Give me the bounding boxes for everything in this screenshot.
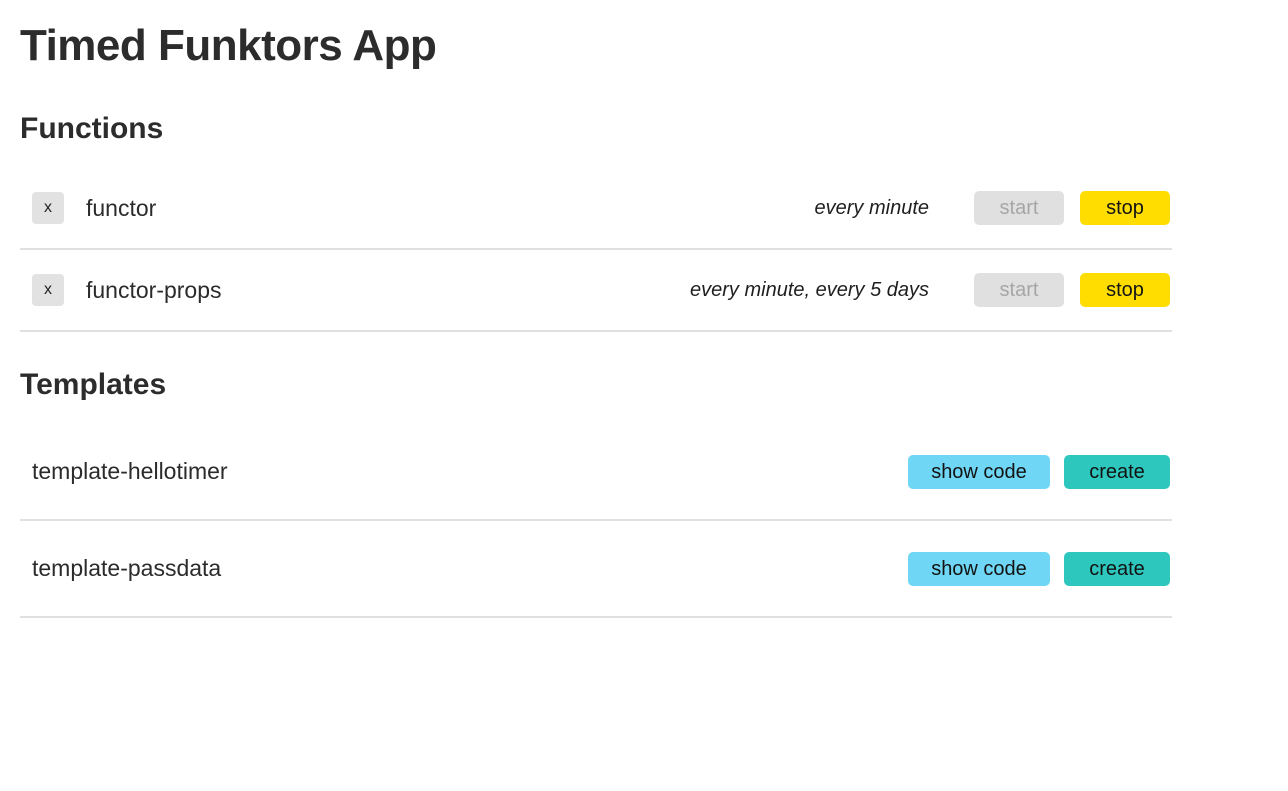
template-row: template-hellotimer show code create [20, 424, 1172, 521]
templates-section-heading: Templates [20, 368, 167, 401]
delete-function-button[interactable]: x [32, 274, 64, 306]
function-row: x functor every minute start stop [20, 168, 1172, 250]
show-code-button[interactable]: show code [908, 551, 1050, 586]
page-container: Timed Funktors App Functions x functor e… [0, 0, 1288, 618]
template-name: template-passdata [32, 555, 222, 581]
function-schedule: every minute [814, 196, 930, 219]
function-name: functor-props [86, 276, 222, 303]
start-function-button[interactable]: start [974, 191, 1064, 225]
delete-function-button[interactable]: x [32, 192, 64, 224]
show-code-button[interactable]: show code [908, 454, 1050, 489]
functions-list: x functor every minute start stop x func… [20, 168, 1172, 332]
function-schedule: every minute, every 5 days [690, 278, 929, 301]
stop-function-button[interactable]: stop [1080, 273, 1170, 307]
template-name: template-hellotimer [32, 458, 228, 484]
page-title: Timed Funktors App [20, 21, 437, 70]
start-function-button[interactable]: start [974, 273, 1064, 307]
function-row: x functor-props every minute, every 5 da… [20, 250, 1172, 332]
template-row: template-passdata show code create [20, 521, 1172, 618]
create-from-template-button[interactable]: create [1064, 454, 1170, 489]
functions-section-heading: Functions [20, 112, 164, 145]
function-name: functor [86, 194, 157, 221]
stop-function-button[interactable]: stop [1080, 191, 1170, 225]
templates-list: template-hellotimer show code create tem… [20, 424, 1172, 618]
create-from-template-button[interactable]: create [1064, 551, 1170, 586]
